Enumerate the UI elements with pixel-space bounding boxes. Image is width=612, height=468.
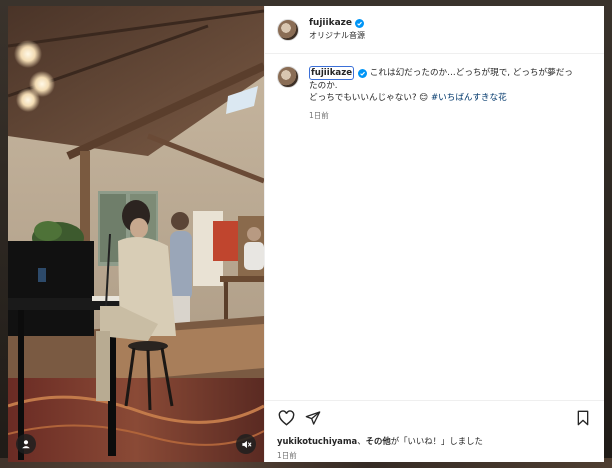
verified-badge-icon [354, 18, 364, 28]
tagged-users-button[interactable] [16, 434, 36, 454]
likes-separator: 、 [357, 436, 366, 446]
caption-hashtag[interactable]: #いちばんすきな花 [431, 93, 507, 103]
share-icon[interactable] [304, 409, 322, 427]
author-info: fujiikaze オリジナル音源 [309, 18, 365, 41]
caption-avatar[interactable] [277, 66, 299, 88]
bookmark-icon[interactable] [574, 409, 592, 427]
post-modal: fujiikaze オリジナル音源 fujiikaze これは幻だったのか…どっ… [8, 6, 604, 462]
caption-body: fujiikaze これは幻だったのか…どっちが現で, どっちが夢だったのか. … [309, 66, 581, 122]
user-tag-icon [22, 440, 30, 449]
action-bar [277, 409, 592, 427]
post-side-panel: fujiikaze オリジナル音源 fujiikaze これは幻だったのか…どっ… [264, 6, 604, 462]
post-footer: yukikotuchiyama、その他が「いいね！」しました 1日前 [265, 400, 604, 462]
post-video[interactable] [8, 6, 264, 462]
author-username-row: fujiikaze [309, 18, 365, 28]
caption: fujiikaze これは幻だったのか…どっちが現で, どっちが夢だったのか. … [277, 66, 592, 122]
liked-by-others[interactable]: その他 [366, 436, 391, 446]
audio-label[interactable]: オリジナル音源 [309, 30, 365, 41]
likes-summary: yukikotuchiyama、その他が「いいね！」しました [277, 435, 592, 447]
post-timestamp[interactable]: 1日前 [277, 450, 592, 461]
author-avatar[interactable] [277, 18, 299, 41]
heart-icon[interactable] [277, 409, 295, 427]
mute-toggle-button[interactable] [236, 434, 256, 454]
caption-timestamp[interactable]: 1日前 [309, 110, 581, 122]
author-username[interactable]: fujiikaze [309, 18, 352, 28]
video-frame-image [8, 6, 264, 462]
caption-username-wrap: fujiikaze [309, 66, 368, 80]
comments-section: fujiikaze これは幻だったのか…どっちが現で, どっちが夢だったのか. … [265, 54, 604, 400]
likes-suffix: が「いいね！」しました [390, 436, 483, 446]
liked-by-user[interactable]: yukikotuchiyama [277, 436, 357, 446]
mute-icon [241, 440, 251, 448]
verified-badge-icon [358, 68, 368, 78]
post-header: fujiikaze オリジナル音源 [265, 6, 604, 54]
caption-username[interactable]: fujiikaze [309, 66, 355, 80]
caption-text-line2: どっちでもいいんじゃない? 😊 [309, 93, 431, 103]
